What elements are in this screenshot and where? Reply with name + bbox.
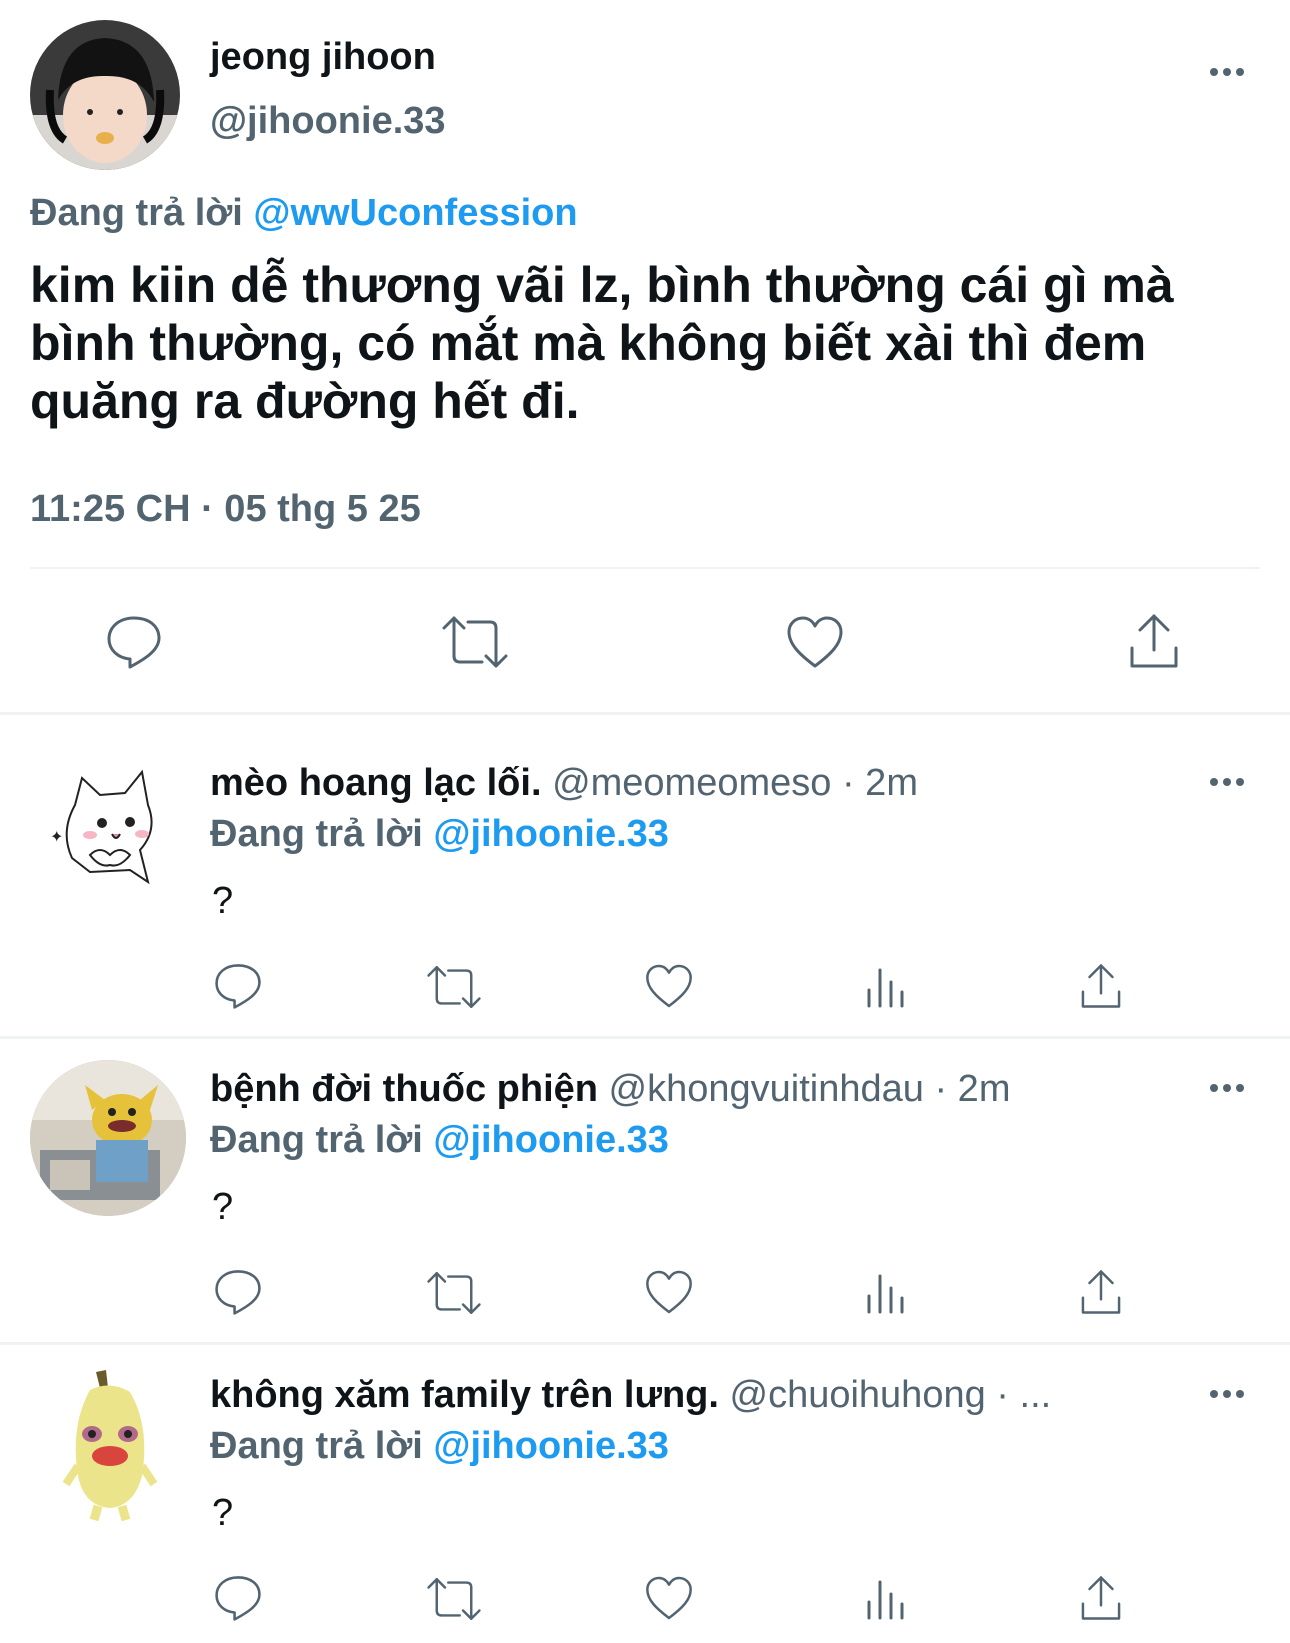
share-icon[interactable] [1078,962,1124,1010]
tweet-time[interactable]: · 2m [842,762,918,804]
display-name[interactable]: bệnh đời thuốc phiện [210,1068,598,1110]
views-icon[interactable] [864,1272,908,1314]
cat-avatar-image: ✦ [50,769,153,885]
handle[interactable]: @khongvuitinhdau [609,1068,924,1110]
views-icon[interactable] [864,1578,908,1620]
retweet-icon[interactable] [425,964,483,1010]
tweet-text: kim kiin dễ thương vãi lz, bình thường c… [30,257,1174,429]
more-icon[interactable] [1210,1390,1244,1398]
reply-context: Đang trả lời @wwUconfession [30,192,578,235]
avatar[interactable]: ✦ [30,750,180,900]
avatar[interactable] [30,20,180,170]
retweet-icon[interactable] [425,1270,483,1316]
banana-avatar-image [62,1370,158,1522]
plush-avatar-image [30,1060,186,1216]
avatar[interactable] [30,1060,186,1216]
reply-prefix: Đang trả lời [210,1425,423,1467]
display-name[interactable]: jeong jihoon [210,36,436,79]
more-icon[interactable] [1210,1084,1244,1092]
reply-context: Đang trả lời @jihoonie.33 [210,813,669,856]
more-icon[interactable] [1210,778,1244,786]
reply-to-link[interactable]: @jihoonie.33 [433,1425,669,1467]
reply-header: mèo hoang lạc lối. @meomeomeso · 2m [210,762,918,805]
reply-header: bệnh đời thuốc phiện @khongvuitinhdau · … [210,1068,1010,1111]
tweet-time[interactable]: · 2m [934,1068,1010,1110]
divider [0,1342,1290,1345]
reply-icon[interactable] [213,1268,263,1316]
tweet-timestamp[interactable]: 11:25 CH · 05 thg 5 25 [30,488,421,531]
handle[interactable]: @meomeomeso [552,762,831,804]
heart-icon[interactable] [644,1268,694,1316]
tweet-text: ? [212,1492,234,1534]
divider [0,712,1290,715]
avatar-image [30,20,180,170]
tweet-text: ? [212,1186,234,1228]
reply-context: Đang trả lời @jihoonie.33 [210,1425,669,1468]
tweet-time[interactable]: · ... [996,1374,1051,1416]
share-icon[interactable] [1126,612,1182,670]
reply-prefix: Đang trả lời [210,1119,423,1161]
reply-header: không xăm family trên lưng. @chuoihuhong… [210,1374,1130,1417]
reply-to-link[interactable]: @jihoonie.33 [433,813,669,855]
retweet-icon[interactable] [425,1576,483,1622]
views-icon[interactable] [864,966,908,1008]
retweet-icon[interactable] [440,614,510,670]
reply-to-link[interactable]: @wwUconfession [253,192,577,234]
divider [0,1036,1290,1039]
tweet-text: ? [212,880,234,922]
share-icon[interactable] [1078,1268,1124,1316]
reply-to-link[interactable]: @jihoonie.33 [433,1119,669,1161]
reply-icon[interactable] [105,614,163,670]
share-icon[interactable] [1078,1574,1124,1622]
heart-icon[interactable] [785,614,845,670]
more-icon[interactable] [1210,68,1244,76]
avatar[interactable] [30,1366,186,1522]
reply-prefix: Đang trả lời [30,192,243,234]
handle[interactable]: @jihoonie.33 [210,100,446,143]
reply-icon[interactable] [213,1574,263,1622]
reply-prefix: Đang trả lời [210,813,423,855]
heart-icon[interactable] [644,962,694,1010]
display-name[interactable]: mèo hoang lạc lối. [210,762,542,804]
display-name[interactable]: không xăm family trên lưng. [210,1374,719,1416]
handle[interactable]: @chuoihuhong [730,1374,986,1416]
heart-icon[interactable] [644,1574,694,1622]
reply-context: Đang trả lời @jihoonie.33 [210,1119,669,1162]
divider [30,567,1260,569]
svg-text:✦: ✦ [50,827,63,846]
reply-icon[interactable] [213,962,263,1010]
